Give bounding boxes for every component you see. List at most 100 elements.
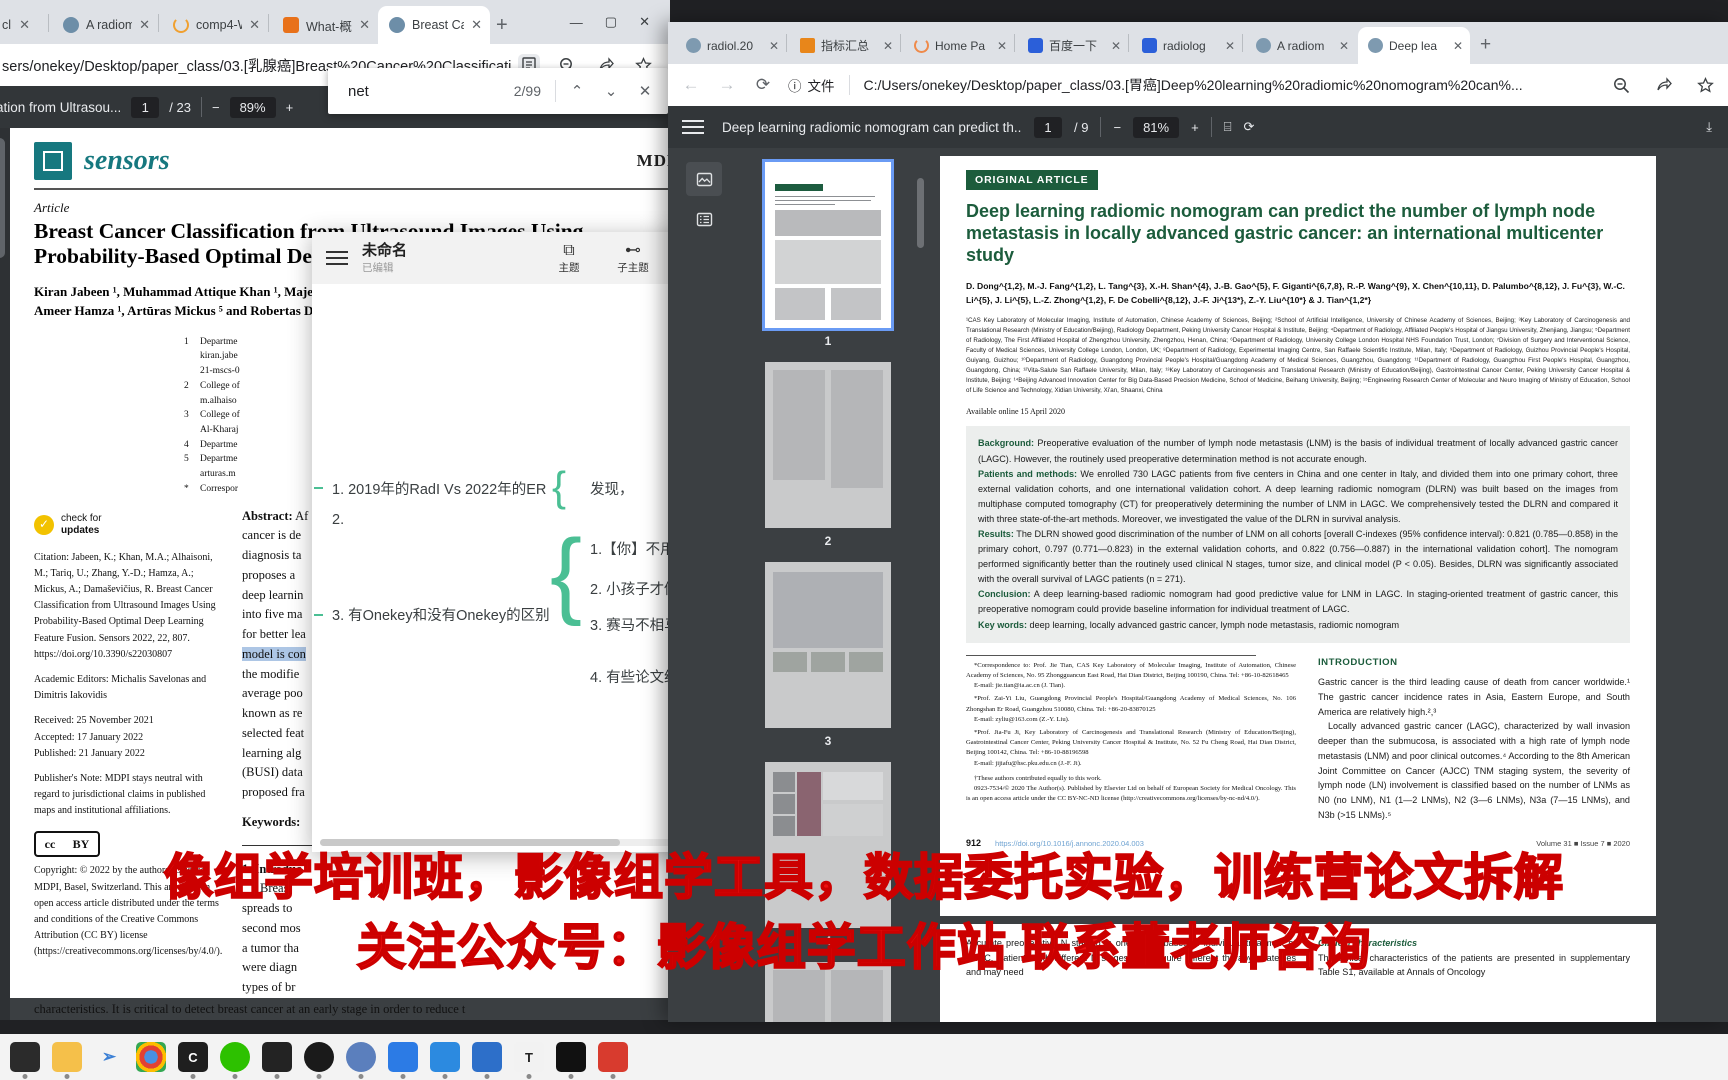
thumbnail-item[interactable]: 2 <box>765 362 891 548</box>
mindmap-child-2-3[interactable]: 3. 赛马不相马 <box>590 614 679 635</box>
tab-left-0[interactable]: cl ✕ <box>0 6 38 44</box>
tab-left-3[interactable]: What-概览 ✕ <box>272 6 378 44</box>
tab-right-6-active[interactable]: Deep lea ✕ <box>1358 27 1470 64</box>
menu-icon[interactable] <box>326 251 348 265</box>
taskbar: ➢ C T <box>0 1034 1728 1080</box>
doi-link[interactable]: https://doi.org/10.1016/j.annonc.2020.04… <box>995 839 1144 848</box>
text-icon[interactable]: T <box>514 1042 544 1072</box>
tab-left-2[interactable]: comp4-W ✕ <box>162 6 268 44</box>
page-number-input-left[interactable]: 1 <box>131 96 160 118</box>
close-window-button[interactable]: ✕ <box>639 14 650 30</box>
zoom-level-right[interactable]: 81% <box>1133 116 1180 138</box>
folder-icon[interactable] <box>52 1042 82 1072</box>
rotate-icon[interactable]: ⟳ <box>1244 119 1255 135</box>
close-icon[interactable]: ✕ <box>1453 39 1463 53</box>
thumbnail-scrollbar[interactable] <box>917 178 924 248</box>
thumbnail-page-3[interactable] <box>765 562 891 728</box>
close-icon[interactable]: ✕ <box>1339 39 1349 53</box>
disc-icon[interactable] <box>346 1042 376 1072</box>
back-button[interactable]: ← <box>680 75 702 95</box>
file-explorer-dark-icon[interactable] <box>10 1042 40 1072</box>
page-total-right: / 9 <box>1074 119 1089 135</box>
close-icon[interactable]: ✕ <box>997 39 1007 53</box>
tencent-icon[interactable] <box>430 1042 460 1072</box>
mindmap-hscrollbar[interactable] <box>320 839 720 846</box>
forward-button[interactable]: → <box>716 75 738 95</box>
fit-page-icon[interactable]: ⌸ <box>1224 119 1232 135</box>
new-tab-button-right[interactable]: + <box>1480 34 1491 56</box>
maximize-button[interactable]: ▢ <box>605 14 617 30</box>
dark-app-icon[interactable] <box>556 1042 586 1072</box>
find-next-button[interactable]: ⌄ <box>594 82 628 100</box>
mindmap-node-1[interactable]: 1. 2019年的RadI Vs 2022年的ER <box>332 478 546 499</box>
close-icon[interactable]: ✕ <box>19 17 30 33</box>
find-close-button[interactable]: ✕ <box>628 82 662 100</box>
thumbnail-item[interactable]: 3 <box>765 562 891 748</box>
close-icon[interactable]: ✕ <box>359 17 370 33</box>
close-icon[interactable]: ✕ <box>471 17 482 33</box>
close-icon[interactable]: ✕ <box>769 39 779 53</box>
notes-icon[interactable]: C <box>178 1042 208 1072</box>
published-date: Published: 21 January 2022 <box>34 747 145 759</box>
share-icon[interactable] <box>1652 74 1674 96</box>
zoom-in-button-right[interactable]: + <box>1191 120 1199 135</box>
pdf-title-right: Deep learning radiomic nomogram can pred… <box>722 119 1022 135</box>
tab-right-1[interactable]: 指标汇总 ✕ <box>790 27 900 64</box>
thumbnail-page-1[interactable] <box>762 159 894 331</box>
new-tab-button-left[interactable]: + <box>496 14 508 37</box>
topic-label: 主题 <box>558 261 580 274</box>
chrome-icon[interactable] <box>136 1042 166 1072</box>
tab-right-5[interactable]: A radiom ✕ <box>1246 27 1356 64</box>
sidebar-toggle-icon[interactable] <box>682 120 704 134</box>
thumbnail-page-5[interactable] <box>765 962 891 1022</box>
zoom-out-icon[interactable] <box>1610 74 1632 96</box>
subtopic-button[interactable]: ⊷ 子主题 <box>612 242 654 275</box>
mask-icon[interactable] <box>304 1042 334 1072</box>
tab-left-1[interactable]: A radiomi ✕ <box>52 6 158 44</box>
thumbnails-icon[interactable] <box>686 162 722 196</box>
zoom-level-left[interactable]: 89% <box>229 96 276 118</box>
close-icon[interactable]: ✕ <box>139 17 150 33</box>
thumbnail-list[interactable]: 1 2 3 4 <box>730 148 926 1022</box>
find-input[interactable]: net <box>348 83 514 100</box>
close-icon[interactable]: ✕ <box>1225 39 1235 53</box>
tab-left-4-active[interactable]: Breast Car ✕ <box>378 6 490 44</box>
topic-button[interactable]: ⧉ 主题 <box>548 242 590 275</box>
close-icon[interactable]: ✕ <box>249 17 260 33</box>
zoom-out-button-left[interactable]: − <box>212 100 220 115</box>
thumbnail-page-4[interactable] <box>765 762 891 928</box>
thumbnail-page-2[interactable] <box>765 362 891 528</box>
address-bar-right[interactable]: C:/Users/onekey/Desktop/paper_class/03.[… <box>864 75 1597 95</box>
close-icon[interactable]: ✕ <box>883 39 893 53</box>
mountain-icon[interactable] <box>472 1042 502 1072</box>
minimize-button[interactable]: — <box>570 15 583 30</box>
page-number-input-right[interactable]: 1 <box>1034 116 1062 138</box>
mindmap-node-2[interactable]: 2. <box>332 512 344 528</box>
scrollbar-left[interactable] <box>0 128 10 1020</box>
tab-right-2[interactable]: Home Pa ✕ <box>904 27 1014 64</box>
red-app-icon[interactable] <box>598 1042 628 1072</box>
onedrive-icon[interactable] <box>388 1042 418 1072</box>
download-icon[interactable]: ⤓ <box>1706 119 1728 135</box>
tab-right-0[interactable]: radiol.20 ✕ <box>676 27 786 64</box>
reload-button[interactable]: ⟳ <box>752 75 774 95</box>
wechat-icon[interactable] <box>220 1042 250 1072</box>
tabstrip-left: cl ✕ A radiomi ✕ comp4-W ✕ What-概览 ✕ <box>0 0 670 44</box>
zoom-out-button-right[interactable]: − <box>1113 120 1121 135</box>
thumbnail-item[interactable]: 5 <box>765 962 891 1022</box>
tab-right-4[interactable]: radiolog ✕ <box>1132 27 1242 64</box>
zoom-in-button-left[interactable]: + <box>286 100 294 115</box>
close-icon[interactable]: ✕ <box>1111 39 1121 53</box>
pointer-icon[interactable]: ➢ <box>94 1042 124 1072</box>
outline-icon[interactable] <box>686 202 722 236</box>
tab-label: radiolog <box>1163 38 1206 53</box>
find-prev-button[interactable]: ⌃ <box>560 82 594 100</box>
mindmap-node-3[interactable]: 3. 有Onekey和没有Onekey的区别 <box>332 604 550 625</box>
thumbnail-item[interactable]: 1 <box>762 159 894 348</box>
app-dark-icon[interactable] <box>262 1042 292 1072</box>
thumbnail-item[interactable]: 4 <box>765 762 891 948</box>
mindmap-child-1-1[interactable]: 发现， <box>590 478 634 499</box>
background-text: Preoperative evaluation of the number of… <box>978 438 1618 464</box>
bookmark-icon[interactable] <box>1694 74 1716 96</box>
tab-right-3[interactable]: 百度一下 ✕ <box>1018 27 1128 64</box>
